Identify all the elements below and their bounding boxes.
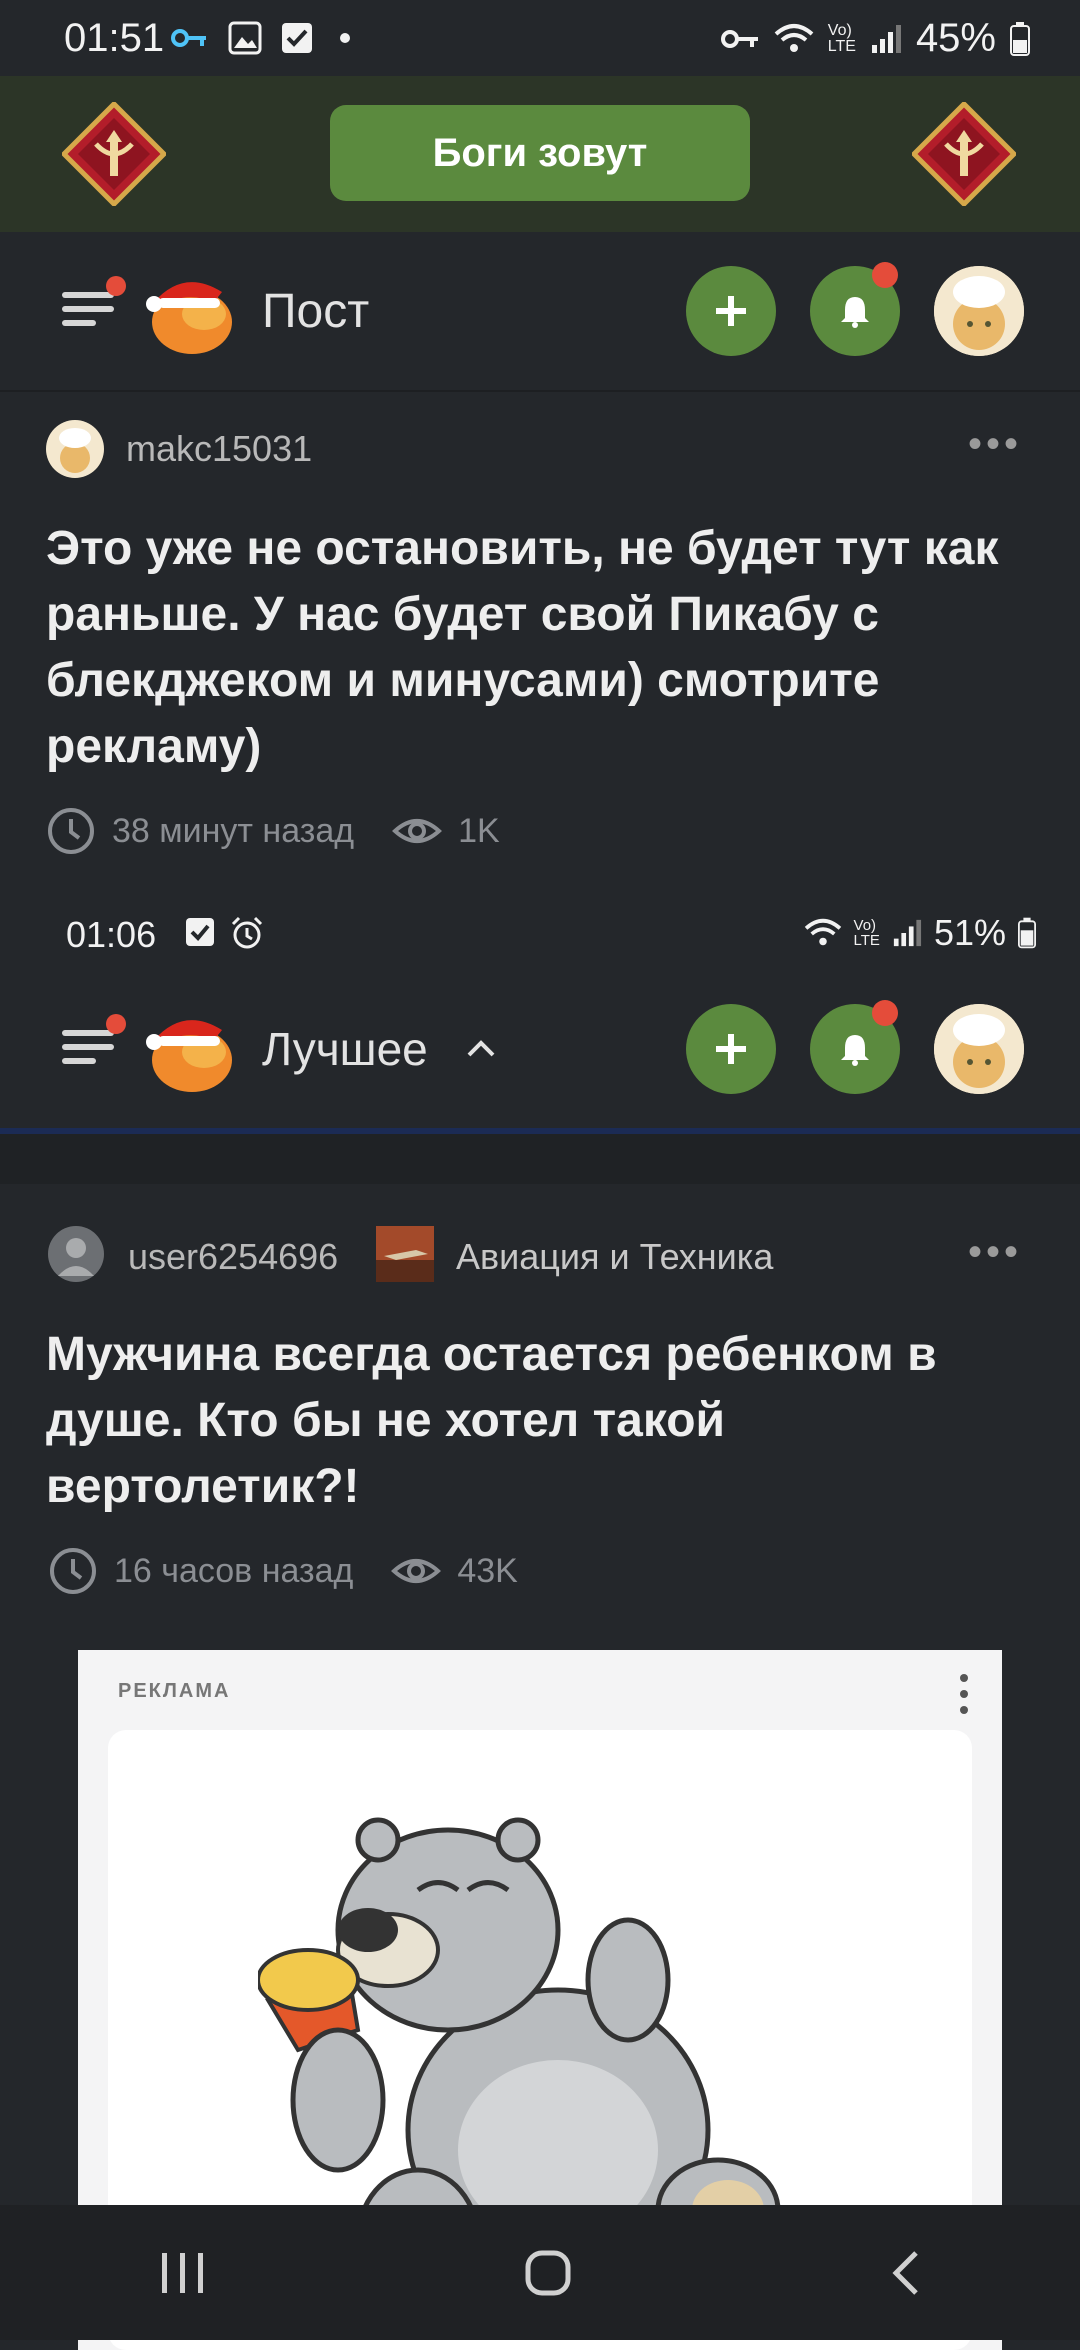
chevron-up-icon[interactable] (466, 1038, 496, 1058)
post-author[interactable]: user6254696 (128, 1236, 338, 1278)
status-bar: 01:51 Vo) LTE 45% (0, 0, 1080, 76)
signal-icon (871, 24, 901, 53)
dot-icon (340, 33, 350, 43)
clock-icon (48, 808, 94, 854)
home-icon[interactable] (524, 2249, 572, 2297)
post-title[interactable]: Это уже не остановить, не будет тут как … (46, 516, 1036, 780)
plus-icon (716, 296, 746, 326)
wifi-icon (804, 918, 841, 946)
vpn-key-icon (720, 29, 758, 48)
god-emblem-right-icon (912, 102, 1016, 206)
volte-icon: Vo) LTE (827, 21, 856, 55)
wifi-icon (774, 23, 814, 52)
status-time: 01:51 (64, 16, 165, 60)
user-avatar[interactable] (934, 1004, 1024, 1094)
post-community[interactable]: Авиация и Техника (456, 1236, 773, 1278)
ad-label: РЕКЛАМА (118, 1680, 231, 1702)
embedded-notification-icons (184, 916, 264, 950)
god-emblem-left-icon (62, 102, 166, 206)
add-post-button[interactable] (686, 1004, 776, 1094)
post-meta: 38 минут назад 1K (46, 806, 500, 856)
post-card: makc15031 ••• Это уже не остановить, не … (0, 392, 1080, 892)
menu-badge (106, 276, 126, 296)
system-nav-bar (0, 2205, 1080, 2340)
post-time: 38 минут назад (112, 811, 355, 850)
gods-call-button[interactable]: Боги зовут (330, 105, 750, 201)
post-author[interactable]: makc15031 (126, 428, 312, 470)
community-avatar-icon[interactable] (376, 1226, 434, 1282)
feed-gap (0, 1134, 1080, 1184)
bell-icon (841, 1035, 869, 1066)
back-icon[interactable] (888, 2249, 922, 2297)
embedded-status-time: 01:06 (66, 914, 157, 955)
pikabu-logo-icon (146, 282, 232, 354)
notification-icons (170, 20, 350, 56)
author-avatar-icon[interactable] (48, 1226, 104, 1282)
recent-apps-icon[interactable] (158, 2251, 208, 2295)
feed-title[interactable]: Лучшее (262, 1022, 428, 1076)
checkbox-icon (186, 918, 214, 946)
signal-icon (893, 919, 921, 947)
checkbox-icon (282, 23, 312, 53)
menu-button[interactable] (62, 284, 114, 334)
battery-percent: 45% (915, 16, 996, 60)
post-views: 43K (457, 1551, 518, 1590)
embedded-app-header: Лучшее (0, 972, 1080, 1128)
add-post-button[interactable] (686, 266, 776, 356)
eye-icon (392, 819, 443, 843)
pikabu-logo-icon (146, 1020, 232, 1092)
page-title: Пост (262, 285, 370, 338)
app-header: Пост (0, 232, 1080, 390)
key-icon (171, 29, 206, 47)
bell-icon (841, 297, 869, 328)
battery-icon (1018, 917, 1036, 949)
menu-button[interactable] (62, 1022, 114, 1072)
ad-menu-icon[interactable] (958, 1672, 970, 1716)
notifications-badge (872, 262, 898, 288)
chef-avatar-icon (934, 266, 1024, 356)
eye-icon (391, 1559, 442, 1583)
menu-badge (106, 1014, 126, 1034)
embedded-battery-percent: 51% (933, 912, 1006, 953)
status-right: Vo) LTE 45% (720, 16, 1030, 61)
battery-icon (1010, 21, 1030, 56)
notifications-badge (872, 1000, 898, 1026)
volte-icon: Vo) LTE (853, 917, 880, 949)
post-title[interactable]: Мужчина всегда остается ребенком в душе.… (46, 1322, 1036, 1520)
plus-icon (716, 1034, 746, 1064)
post-meta: 16 часов назад 43K (48, 1546, 518, 1596)
gallery-icon (228, 21, 262, 55)
alarm-icon (231, 916, 263, 949)
post-time: 16 часов назад (114, 1551, 354, 1590)
chef-avatar-icon (934, 1004, 1024, 1094)
user-avatar[interactable] (934, 266, 1024, 356)
clock-icon (50, 1548, 96, 1594)
author-avatar-icon[interactable] (46, 420, 104, 478)
post-more-button[interactable]: ••• (968, 1230, 1022, 1275)
post-views: 1K (458, 811, 500, 850)
embedded-status-bar: 01:06 Vo) LTE 51% (0, 892, 1080, 972)
post-more-button[interactable]: ••• (968, 422, 1022, 467)
embedded-status-right: Vo) LTE 51% (804, 912, 1036, 954)
